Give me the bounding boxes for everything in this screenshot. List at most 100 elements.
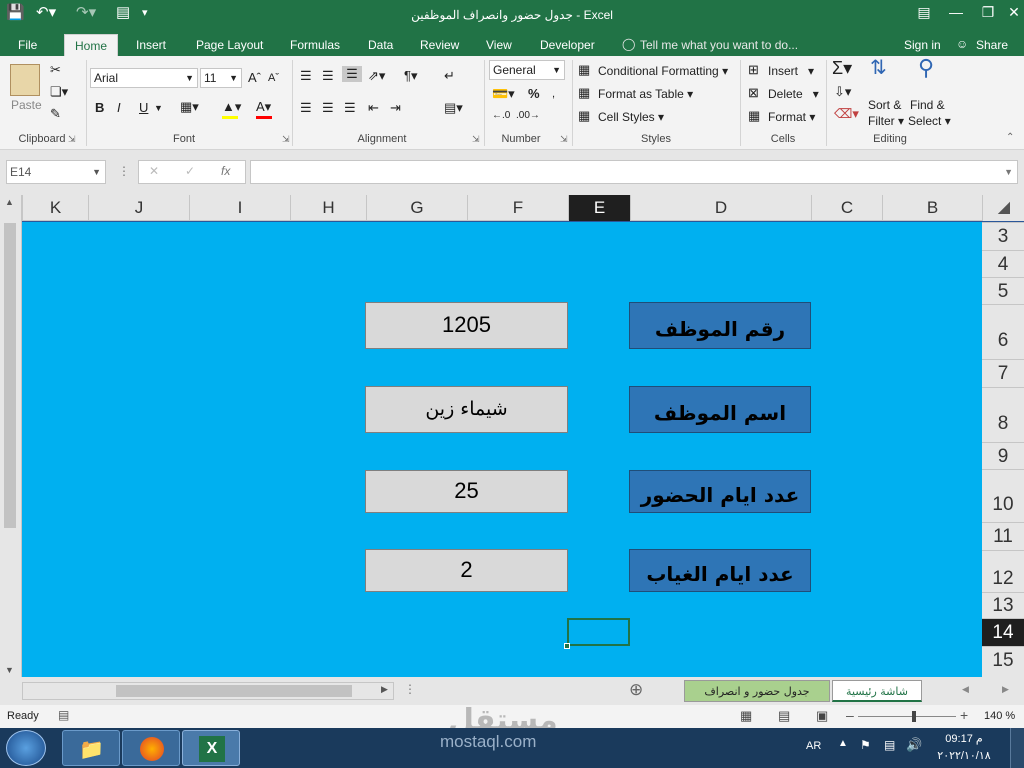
fill-color-icon[interactable]: ▲▾ (222, 99, 241, 115)
copy-icon[interactable]: ❏▾ (50, 84, 68, 100)
scroll-down-icon[interactable]: ▼ (5, 665, 14, 675)
column-header-h[interactable]: H (290, 195, 366, 221)
comma-style-icon[interactable]: , (552, 86, 555, 102)
sheet-tab-attendance-table[interactable]: جدول حضور و انصراف (684, 680, 830, 702)
zoom-out-icon[interactable]: – (846, 707, 854, 723)
tab-file[interactable]: File (8, 34, 47, 56)
network-icon[interactable]: ▤ (884, 738, 895, 752)
start-button-icon[interactable] (6, 730, 46, 766)
macro-record-icon[interactable]: ▤ (58, 708, 69, 722)
sheet-scroll-right-icon[interactable]: ▶ (1002, 684, 1009, 695)
fill-icon[interactable]: ⇩▾ (834, 84, 851, 100)
format-cells-icon[interactable]: ▦ (748, 108, 760, 124)
show-desktop-button[interactable] (1010, 728, 1024, 768)
ribbon-display-icon[interactable]: ▤ (908, 2, 940, 22)
row-header-12[interactable]: 12 (982, 550, 1024, 592)
active-cell-e14[interactable] (567, 618, 630, 646)
delete-cells-icon[interactable]: ⊠ (748, 85, 759, 101)
font-launcher-icon[interactable]: ⇲ (282, 134, 290, 145)
tab-home[interactable]: Home (64, 34, 119, 56)
tab-formulas[interactable]: Formulas (280, 34, 350, 56)
row-header-7[interactable]: 7 (982, 359, 1024, 387)
alignment-launcher-icon[interactable]: ⇲ (472, 134, 480, 145)
page-break-view-icon[interactable]: ▣ (816, 708, 828, 724)
row-header-14[interactable]: 14 (982, 618, 1024, 646)
select-all-corner[interactable]: ◢ (982, 195, 1024, 221)
horizontal-scroll-thumb[interactable] (116, 685, 352, 697)
sign-in-link[interactable]: Sign in (904, 38, 941, 52)
sheet-tab-main-screen[interactable]: شاشة رئيسية (832, 680, 922, 702)
clear-icon[interactable]: ⌫▾ (834, 106, 859, 122)
employee-name-value[interactable]: شيماء زين (365, 386, 568, 433)
row-header-3[interactable]: 3 (982, 222, 1024, 250)
find-select-button[interactable]: Select ▾ (908, 114, 951, 128)
row-header-6[interactable]: 6 (982, 304, 1024, 359)
borders-icon[interactable]: ▦▾ (180, 99, 199, 115)
increase-indent-icon[interactable]: ⇥ (390, 100, 401, 116)
collapse-ribbon-icon[interactable]: ⌃ (1006, 132, 1014, 143)
insert-cells-icon[interactable]: ⊞ (748, 62, 759, 78)
decrease-decimal-icon[interactable]: .00→ (516, 108, 540, 124)
tab-data[interactable]: Data (358, 34, 403, 56)
format-painter-icon[interactable]: ✎ (50, 106, 61, 122)
find-select-line1[interactable]: Find & (910, 98, 945, 112)
action-center-icon[interactable]: ⚑ (860, 738, 871, 752)
cell-styles-icon[interactable]: ▦ (578, 108, 590, 124)
vertical-scroll-thumb[interactable] (4, 223, 16, 528)
zoom-level[interactable]: 140 % (984, 710, 1015, 722)
format-cells-button[interactable]: Format ▾ (768, 110, 815, 124)
sort-filter-button[interactable]: Filter ▾ (868, 114, 904, 128)
tab-page-layout[interactable]: Page Layout (186, 34, 273, 56)
volume-icon[interactable]: 🔊 (906, 737, 922, 753)
align-center-icon[interactable]: ☰ (322, 100, 334, 116)
row-header-4[interactable]: 4 (982, 250, 1024, 277)
row-header-10[interactable]: 10 (982, 469, 1024, 522)
attendance-days-value[interactable]: 25 (365, 470, 568, 513)
italic-button[interactable]: I (117, 100, 121, 116)
column-header-g[interactable]: G (366, 195, 467, 221)
sort-filter-line1[interactable]: Sort & (868, 98, 901, 112)
merge-center-icon[interactable]: ▤▾ (444, 100, 463, 116)
paste-icon[interactable] (10, 64, 40, 96)
zoom-in-icon[interactable]: + (960, 707, 968, 723)
tab-insert[interactable]: Insert (126, 34, 176, 56)
share-button[interactable]: Share (976, 38, 1008, 52)
column-header-b[interactable]: B (882, 195, 982, 221)
increase-decimal-icon[interactable]: ←.0 (492, 108, 510, 124)
tab-view[interactable]: View (476, 34, 522, 56)
decrease-indent-icon[interactable]: ⇤ (368, 100, 379, 116)
close-icon[interactable]: ✕ (998, 2, 1024, 22)
zoom-slider-thumb[interactable] (912, 711, 916, 722)
tab-developer[interactable]: Developer (530, 34, 605, 56)
hscroll-right-icon[interactable]: ▶ (381, 684, 388, 695)
align-left-icon[interactable]: ☰ (300, 100, 312, 116)
employee-id-value[interactable]: 1205 (365, 302, 568, 349)
wrap-text-icon[interactable]: ↵ (444, 68, 455, 84)
underline-dropdown-icon[interactable]: ▼ (154, 100, 163, 116)
number-format-select[interactable]: General ▼ (489, 60, 565, 80)
column-header-i[interactable]: I (189, 195, 290, 221)
percent-button[interactable]: % (528, 86, 540, 102)
number-launcher-icon[interactable]: ⇲ (560, 134, 568, 145)
tab-split-grip-icon[interactable]: ⋮ (404, 682, 416, 696)
font-size-select[interactable]: 11 ▼ (200, 68, 242, 88)
bold-button[interactable]: B (95, 100, 104, 116)
paste-button[interactable]: Paste (11, 98, 42, 112)
conditional-formatting-button[interactable]: Conditional Formatting ▾ (598, 64, 728, 78)
cut-icon[interactable]: ✂ (50, 62, 61, 78)
column-header-c[interactable]: C (811, 195, 882, 221)
align-bottom-icon[interactable]: ☰ (342, 66, 362, 82)
row-header-15[interactable]: 15 (982, 646, 1024, 674)
input-language[interactable]: AR (806, 740, 821, 752)
scroll-up-icon[interactable]: ▲ (5, 197, 14, 207)
formula-input[interactable]: ▼ (250, 160, 1018, 184)
clock-time[interactable]: 09:17 م (936, 732, 992, 745)
column-header-f[interactable]: F (467, 195, 568, 221)
minimize-icon[interactable]: — (940, 2, 972, 22)
page-layout-view-icon[interactable]: ▤ (778, 708, 790, 724)
delete-cells-button[interactable]: Delete ▾ (768, 87, 819, 101)
taskbar-excel[interactable]: X (182, 730, 240, 766)
enter-icon[interactable]: ✓ (185, 164, 195, 178)
clock-date[interactable]: ٢٠٢٢/١٠/١٨ (936, 749, 992, 762)
clipboard-launcher-icon[interactable]: ⇲ (68, 134, 76, 145)
